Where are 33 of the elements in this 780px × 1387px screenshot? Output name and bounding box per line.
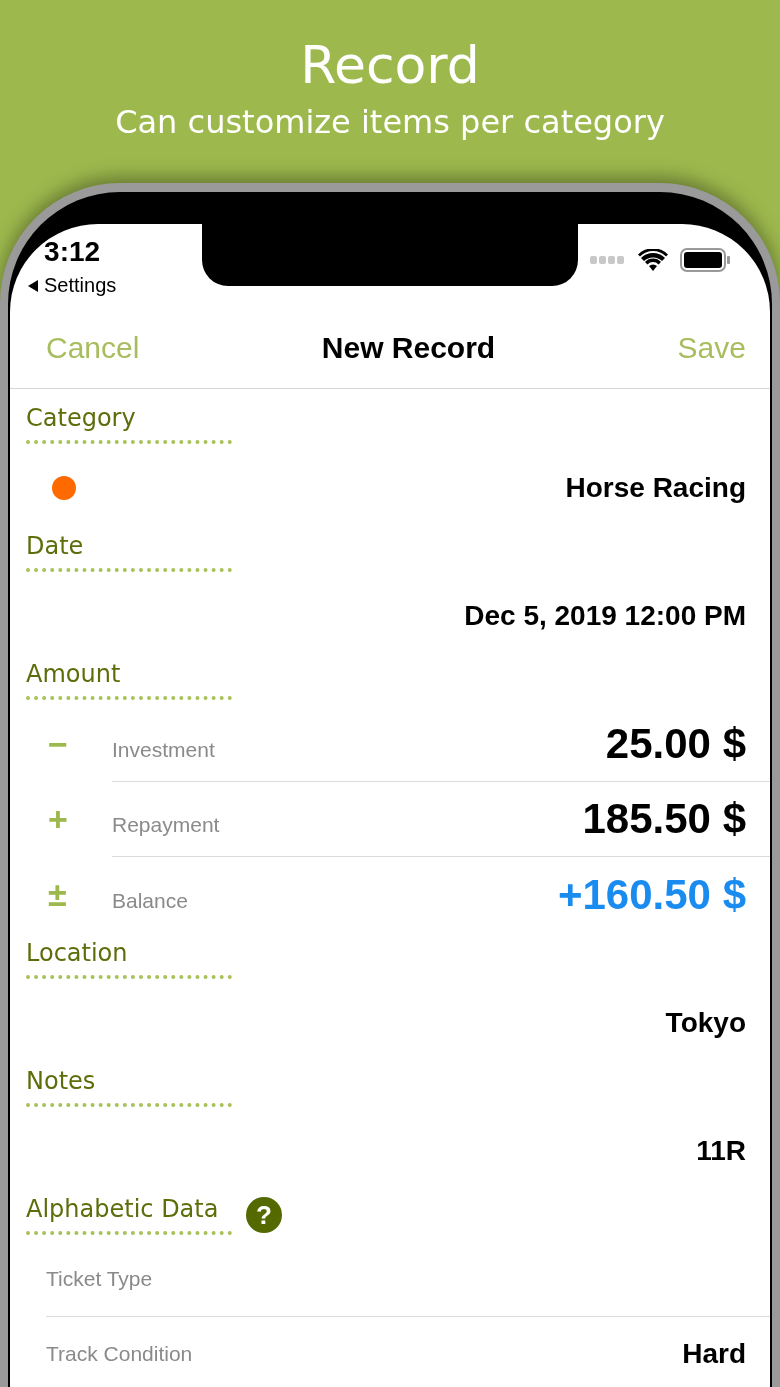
wifi-icon xyxy=(638,249,668,271)
amount-label: Balance xyxy=(112,887,188,913)
field-value[interactable]: 11R xyxy=(696,1135,746,1167)
section-heading: Amount xyxy=(26,660,232,700)
section-heading: Alphabetic Data xyxy=(26,1195,232,1235)
amount-value: +160.50 $ xyxy=(558,870,746,919)
sign-symbol: ± xyxy=(47,874,68,915)
back-arrow-icon xyxy=(28,279,38,292)
section-heading: Notes xyxy=(26,1067,232,1107)
category-value: Horse Racing xyxy=(565,472,746,504)
sign-symbol: − xyxy=(47,724,69,765)
banner-subtitle: Can customize items per category xyxy=(115,102,665,142)
help-button[interactable]: ? xyxy=(246,1197,282,1233)
field-value[interactable]: Dec 5, 2019 12:00 PM xyxy=(464,600,746,632)
nav-title: New Record xyxy=(321,331,496,365)
field-label: Ticket Type xyxy=(46,1267,153,1291)
field-label: Track Condition xyxy=(46,1342,193,1366)
amount-label: Investment xyxy=(112,737,215,762)
amount-value[interactable]: 25.00 $ xyxy=(605,720,746,768)
category-row[interactable]: Horse Racing xyxy=(26,451,770,525)
section-heading: Category xyxy=(26,404,232,444)
back-link[interactable]: Settings xyxy=(28,274,117,297)
field-value[interactable]: Tokyo xyxy=(665,1007,746,1039)
battery-icon xyxy=(680,248,730,272)
amount-value[interactable]: 185.50 $ xyxy=(582,795,746,843)
sign-symbol: + xyxy=(47,799,69,840)
amount-label: Repayment xyxy=(112,812,220,837)
section-heading: Date xyxy=(26,532,232,572)
signal-icon xyxy=(590,256,626,264)
status-time: 3:12 xyxy=(44,236,101,268)
field-value[interactable]: Hard xyxy=(682,1338,746,1370)
banner-title: Record xyxy=(300,34,480,96)
section-heading: Location xyxy=(26,939,232,979)
